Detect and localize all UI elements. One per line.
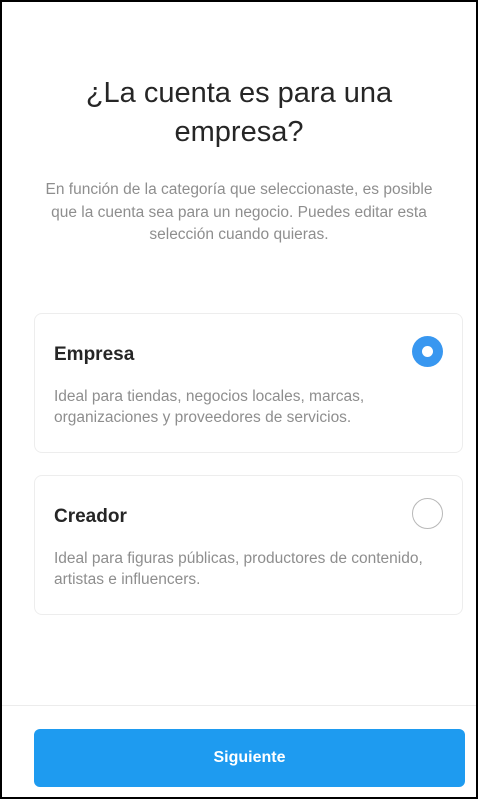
option-title-empresa: Empresa [54,344,135,365]
footer-divider [2,705,476,706]
option-card-creador[interactable]: Creador Ideal para figuras públicas, pro… [34,475,463,615]
option-title-creador: Creador [54,506,127,527]
account-type-screen: ¿La cuenta es para una empresa? En funci… [0,0,478,799]
page-subtitle: En función de la categoría que seleccion… [45,181,433,243]
option-description-creador: Ideal para figuras públicas, productores… [54,550,423,588]
page-title: ¿La cuenta es para una empresa? [85,77,393,148]
radio-selected-icon[interactable] [412,336,443,367]
radio-unselected-icon[interactable] [412,498,443,529]
next-button[interactable]: Siguiente [34,729,465,787]
option-description-empresa: Ideal para tiendas, negocios locales, ma… [54,388,365,426]
option-card-empresa[interactable]: Empresa Ideal para tiendas, negocios loc… [34,313,463,453]
